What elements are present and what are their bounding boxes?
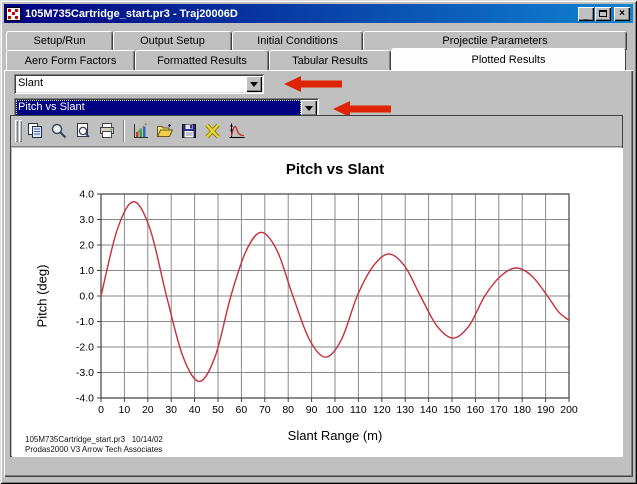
- x-tick-label: 0: [98, 404, 104, 416]
- annotation-arrow-1: [284, 76, 342, 92]
- chart-options-button[interactable]: [130, 120, 152, 142]
- chart-panel: Pitch vs Slant 0102030405060708090100110…: [10, 115, 623, 457]
- y-tick-label: 4.0: [79, 189, 94, 201]
- print-icon: [98, 122, 116, 140]
- x-tick-label: 80: [282, 404, 294, 416]
- plot-variable-dropdown-button[interactable]: [246, 76, 262, 92]
- chart-options-icon: [132, 122, 150, 140]
- print-preview-button[interactable]: [72, 120, 94, 142]
- x-tick-label: 120: [373, 404, 391, 416]
- x-tick-label: 160: [467, 404, 485, 416]
- print-button[interactable]: [96, 120, 118, 142]
- y-tick-label: 3.0: [79, 214, 94, 226]
- chart-toolbar: [11, 116, 622, 147]
- chart-area: Pitch vs Slant 0102030405060708090100110…: [12, 148, 623, 457]
- y-tick-label: 2.0: [79, 240, 94, 252]
- application-window: 105M735Cartridge_start.pr3 - Traj20006D …: [0, 0, 637, 484]
- tab-row-2: Aero Form FactorsFormatted ResultsTabula…: [6, 50, 626, 70]
- y-tick-label: -1.0: [76, 316, 94, 328]
- x-tick-label: 40: [189, 404, 201, 416]
- chart-footnote-file: 105M735Cartridge_start.pr3 10/14/02: [25, 435, 163, 444]
- x-tick-label: 100: [326, 404, 344, 416]
- y-tick-label: -4.0: [76, 393, 94, 405]
- tab-tabular-results[interactable]: Tabular Results: [269, 50, 391, 70]
- maximize-button[interactable]: [595, 7, 611, 21]
- zoom-button[interactable]: [48, 120, 70, 142]
- toolbar-separator: [123, 120, 125, 142]
- x-tick-label: 200: [560, 404, 578, 416]
- app-icon: [6, 7, 21, 21]
- toolbar-grip[interactable]: [15, 120, 18, 142]
- tab-initial-conditions[interactable]: Initial Conditions: [232, 31, 363, 50]
- x-tick-label: 180: [513, 404, 531, 416]
- open-button[interactable]: [154, 120, 176, 142]
- x-tick-label: 20: [142, 404, 154, 416]
- x-tick-label: 190: [537, 404, 555, 416]
- window-title: 105M735Cartridge_start.pr3 - Traj20006D: [25, 8, 577, 20]
- zoom-icon: [50, 122, 68, 140]
- x-tick-label: 70: [259, 404, 271, 416]
- x-tick-label: 110: [350, 404, 367, 416]
- tab-formatted-results[interactable]: Formatted Results: [135, 50, 269, 70]
- open-icon: [156, 122, 174, 140]
- plot-curve-button[interactable]: [226, 120, 248, 142]
- chevron-down-icon: [250, 82, 258, 87]
- save-icon: [180, 122, 198, 140]
- plot-canvas: 0 10 20 30 40 50 60 70 80 90 100 110 120 130 140 150 160…: [12, 148, 623, 457]
- plot-variable-combobox[interactable]: Slant: [14, 74, 264, 94]
- x-tick-label: 170: [490, 404, 508, 416]
- chart-footnote-app: Prodas2000 V3 Arrow Tech Associates: [25, 445, 162, 454]
- toolbar-grip[interactable]: [19, 120, 22, 142]
- plot-selection-value: Pitch vs Slant: [16, 100, 301, 116]
- export-excel-button[interactable]: [202, 120, 224, 142]
- tab-plotted-results[interactable]: Plotted Results: [391, 48, 626, 70]
- copy-button[interactable]: [24, 120, 46, 142]
- y-tick-label: 1.0: [79, 265, 94, 277]
- chevron-down-icon: [305, 106, 313, 111]
- copy-icon: [26, 122, 44, 140]
- x-tick-label: 50: [212, 404, 224, 416]
- tab-output-setup[interactable]: Output Setup: [113, 31, 232, 50]
- tab-aero-form-factors[interactable]: Aero Form Factors: [6, 50, 135, 70]
- plot-variable-value: Slant: [16, 76, 246, 92]
- plotted-results-page: Slant Pitch vs Slant: [4, 70, 633, 477]
- x-tick-label: 90: [306, 404, 318, 416]
- plot-curve-icon: [228, 122, 246, 140]
- save-button[interactable]: [178, 120, 200, 142]
- maximize-icon: [599, 10, 607, 17]
- y-tick-label: 0.0: [79, 291, 94, 303]
- x-tick-label: 140: [420, 404, 438, 416]
- tab-setup-run[interactable]: Setup/Run: [6, 31, 113, 50]
- print-preview-icon: [74, 122, 92, 140]
- plot-selection-dropdown-button[interactable]: [301, 100, 317, 116]
- x-tick-label: 10: [119, 404, 131, 416]
- x-tick-label: 30: [165, 404, 177, 416]
- x-tick-label: 60: [236, 404, 248, 416]
- x-tick-label: 130: [396, 404, 414, 416]
- y-tick-label: -3.0: [76, 367, 94, 379]
- close-button[interactable]: ×: [614, 7, 630, 21]
- x-axis-label: Slant Range (m): [101, 428, 569, 443]
- export-excel-icon: [204, 122, 222, 140]
- minimize-button[interactable]: _: [578, 7, 594, 21]
- title-bar[interactable]: 105M735Cartridge_start.pr3 - Traj20006D …: [4, 4, 633, 23]
- x-tick-label: 150: [443, 404, 461, 416]
- y-tick-label: -2.0: [76, 342, 94, 354]
- y-axis-label: Pitch (deg): [35, 265, 50, 328]
